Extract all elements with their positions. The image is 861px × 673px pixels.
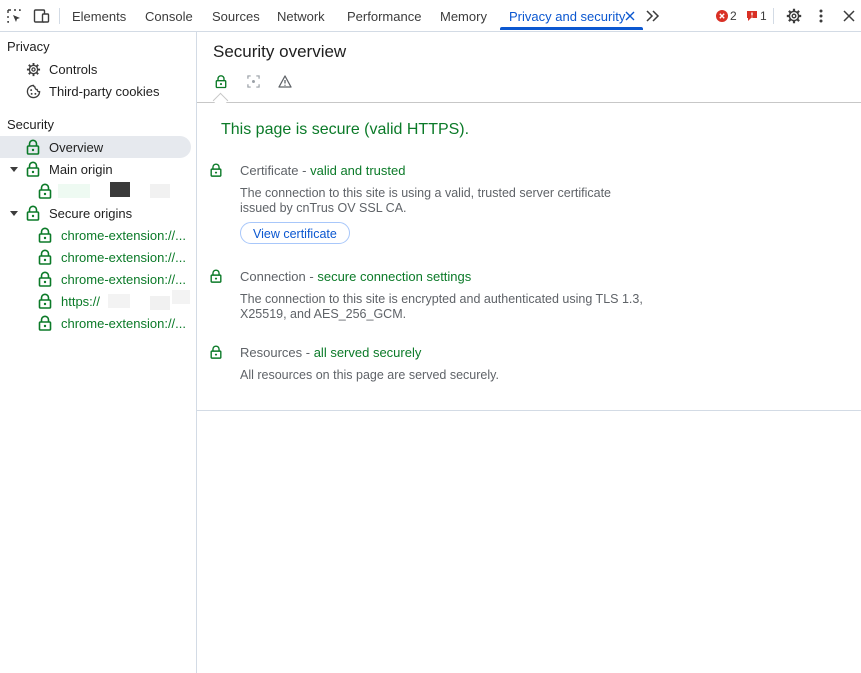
redacted-origin	[108, 294, 130, 308]
lock-icon	[37, 183, 53, 199]
lock-icon	[25, 205, 41, 221]
sidebar-item-main-origin-host[interactable]	[0, 180, 196, 202]
secure-origin-label: https://	[61, 293, 101, 309]
sidebar-item-secure-origins[interactable]: Secure origins	[0, 202, 196, 224]
resources-status: all served securely	[313, 345, 422, 360]
section-divider	[197, 102, 861, 103]
error-icon	[716, 9, 728, 22]
resources-title: Resources - all served securely	[240, 345, 421, 360]
redacted-origin	[150, 184, 170, 198]
devtools-toolbar: Elements Console Sources Network Perform…	[0, 0, 861, 32]
redacted-origin	[150, 296, 170, 310]
secure-lock-icon[interactable]	[213, 73, 229, 89]
secure-origin-item[interactable]: chrome-extension://...	[0, 268, 196, 290]
connection-title: Connection - secure connection settings	[240, 269, 471, 284]
resources-description: All resources on this page are served se…	[240, 368, 499, 382]
lock-icon	[210, 163, 222, 177]
redacted-origin	[58, 184, 90, 198]
tab-sources[interactable]: Sources	[212, 0, 260, 31]
redacted-origin	[110, 182, 130, 197]
title-separator: -	[298, 163, 311, 178]
title-separator: -	[302, 345, 314, 360]
certificate-status: valid and trusted	[310, 163, 406, 178]
tab-network[interactable]: Network	[277, 0, 325, 31]
issue-count: 1	[760, 8, 767, 23]
secure-origin-item[interactable]: chrome-extension://...	[0, 312, 196, 334]
sidebar-item-label: Third-party cookies	[49, 83, 160, 99]
connection-description: The connection to this site is encrypted…	[240, 292, 643, 321]
connection-status: secure connection settings	[317, 269, 472, 284]
resources-label: Resources	[240, 345, 303, 360]
security-summary: This page is secure (valid HTTPS).	[221, 121, 470, 138]
security-overview-panel: Security overview This page is secure (v…	[197, 32, 861, 673]
connection-label: Connection	[240, 269, 306, 284]
tab-console[interactable]: Console	[145, 0, 193, 31]
gear-icon	[25, 61, 41, 77]
lock-icon	[210, 269, 222, 283]
section-divider	[197, 410, 861, 411]
security-heading: Security	[7, 117, 54, 132]
view-certificate-button[interactable]: View certificate	[240, 222, 350, 244]
tab-performance[interactable]: Performance	[347, 0, 421, 31]
sidebar-item-third-party-cookies[interactable]: Third-party cookies	[0, 80, 196, 102]
secure-origin-item[interactable]: https://	[0, 290, 196, 312]
kebab-menu-icon[interactable]	[814, 0, 828, 31]
lock-icon	[37, 315, 53, 331]
info-insecure-icon[interactable]	[245, 73, 261, 89]
inspect-element-icon[interactable]	[4, 0, 24, 31]
secure-origin-label: chrome-extension://...	[61, 249, 186, 265]
sidebar-item-label: Controls	[49, 61, 98, 77]
settings-gear-icon[interactable]	[785, 0, 803, 31]
selected-tab-pointer	[212, 92, 229, 109]
secure-origin-label: chrome-extension://...	[61, 227, 186, 243]
certificate-label: Certificate	[240, 163, 299, 178]
sidebar-item-label: Overview	[49, 139, 104, 155]
certificate-title: Certificate - valid and trusted	[240, 163, 406, 178]
expand-triangle-icon[interactable]	[10, 211, 18, 216]
secure-origin-label: chrome-extension://...	[61, 271, 186, 287]
lock-icon	[210, 345, 222, 359]
secure-origin-item[interactable]: chrome-extension://...	[0, 224, 196, 246]
device-toolbar-icon[interactable]	[32, 0, 52, 31]
toolbar-separator	[773, 8, 774, 24]
secure-origin-label: chrome-extension://...	[61, 315, 186, 331]
active-tab-indicator	[500, 27, 643, 30]
title-separator: -	[305, 269, 318, 284]
lock-icon	[37, 249, 53, 265]
privacy-heading: Privacy	[7, 39, 50, 54]
expand-triangle-icon[interactable]	[10, 167, 18, 172]
lock-icon	[25, 139, 41, 155]
sidebar-item-controls[interactable]: Controls	[0, 58, 196, 80]
sidebar-item-label: Secure origins	[49, 205, 133, 221]
secure-origin-item[interactable]: chrome-extension://...	[0, 246, 196, 268]
tab-memory[interactable]: Memory	[440, 0, 487, 31]
redacted-origin	[172, 290, 190, 304]
toolbar-separator	[59, 8, 60, 24]
sidebar-item-label: Main origin	[49, 161, 113, 177]
lock-icon	[37, 271, 53, 287]
cookie-icon	[25, 83, 41, 99]
error-count-badge[interactable]: 2	[716, 0, 737, 31]
issue-count-badge[interactable]: 1	[746, 0, 767, 31]
security-sidebar: Privacy Controls Third-party cookies Sec…	[0, 32, 197, 673]
more-tabs-icon[interactable]	[645, 0, 661, 31]
certificate-description: The connection to this site is using a v…	[240, 186, 612, 215]
tab-elements[interactable]: Elements	[72, 0, 126, 31]
lock-icon	[37, 293, 53, 309]
close-devtools-icon[interactable]	[841, 0, 857, 31]
lock-icon	[25, 161, 41, 177]
error-count: 2	[730, 8, 737, 23]
lock-icon	[37, 227, 53, 243]
sidebar-item-main-origin[interactable]: Main origin	[0, 158, 196, 180]
issue-icon	[747, 10, 757, 21]
sidebar-item-overview[interactable]: Overview	[0, 136, 191, 158]
warning-triangle-icon[interactable]	[277, 73, 293, 89]
page-title: Security overview	[213, 42, 347, 61]
